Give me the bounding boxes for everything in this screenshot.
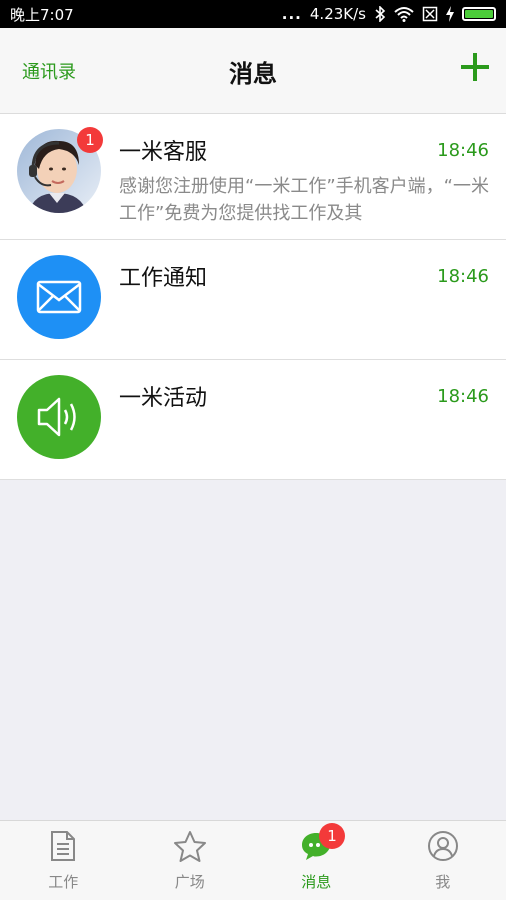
bluetooth-icon [374,6,386,22]
conversation-customer-service[interactable]: 1 一米客服 18:46 感谢您注册使用“一米工作”手机客户端，“一米工作”免费… [0,114,506,240]
conversation-name: 一米客服 [119,140,208,165]
user-icon [426,829,460,863]
avatar: 1 [17,127,103,213]
charging-icon [446,6,454,22]
conversation-time: 18:46 [437,266,489,287]
tab-label: 工作 [48,873,79,891]
conversation-time: 18:46 [437,386,489,407]
avatar [17,375,101,459]
status-time: 晚上7:07 [10,5,74,24]
network-speed: 4.23K/s [309,5,366,23]
tab-label: 我 [435,873,451,891]
speaker-icon [17,375,101,459]
document-icon [46,829,80,863]
wifi-icon [394,6,414,22]
conversation-name: 一米活动 [119,386,208,411]
tab-me[interactable]: 我 [380,821,506,900]
avatar [17,255,101,339]
conversation-preview: 感谢您注册使用“一米工作”手机客户端，“一米工作”免费为您提供找工作及其 [119,176,489,224]
star-icon [173,829,207,863]
plus-icon[interactable] [460,52,490,82]
conversation-time: 18:46 [437,140,489,161]
tab-square[interactable]: 广场 [127,821,254,900]
envelope-icon [17,255,101,339]
bottom-tab-bar: 工作 广场 1 消息 我 [0,820,506,900]
message-list: 1 一米客服 18:46 感谢您注册使用“一米工作”手机客户端，“一米工作”免费… [0,114,506,480]
status-icons: ... 4.23K/s [282,5,496,23]
conversation-name: 工作通知 [119,266,208,291]
notification-dots: ... [281,5,302,23]
header-bar: 通讯录 消息 [0,28,506,114]
conversation-activities[interactable]: 一米活动 18:46 [0,360,506,480]
page-title: 消息 [229,60,277,88]
conversation-work-notice[interactable]: 工作通知 18:46 [0,240,506,360]
tab-unread-badge: 1 [319,823,345,849]
unread-badge: 1 [77,127,103,153]
tab-messages[interactable]: 1 消息 [253,821,380,900]
status-bar: 晚上7:07 ... 4.23K/s [0,0,506,28]
tab-label: 消息 [301,873,332,891]
battery-icon [462,7,496,21]
tab-work[interactable]: 工作 [0,821,127,900]
tab-label: 广场 [174,873,205,891]
no-sim-icon [422,6,438,22]
